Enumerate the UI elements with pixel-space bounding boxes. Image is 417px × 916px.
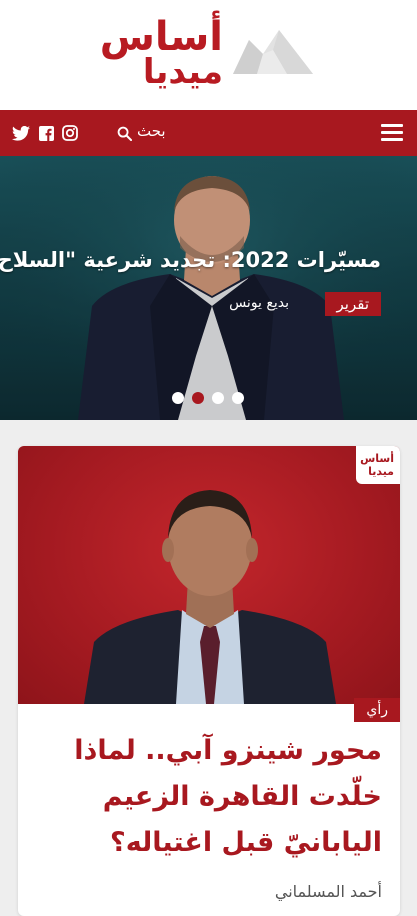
slider-dot-active[interactable] xyxy=(192,392,204,404)
corner-logo: أساس ميديا xyxy=(356,446,400,484)
nav-bar: بحث xyxy=(0,110,417,156)
article-photo xyxy=(84,490,336,704)
search-icon[interactable] xyxy=(113,122,135,144)
search-label[interactable]: بحث xyxy=(137,122,166,140)
slider-dot[interactable] xyxy=(212,392,224,404)
site-logo[interactable]: أساس ميديا xyxy=(100,14,315,92)
slider-dot[interactable] xyxy=(172,392,184,404)
article-author[interactable]: أحمد المسلماني xyxy=(275,882,382,901)
slider-dot[interactable] xyxy=(232,392,244,404)
corner-logo-bottom: ميديا xyxy=(368,465,394,478)
hero-author[interactable]: بديع يونس xyxy=(229,295,289,311)
header-logo-bar: أساس ميديا xyxy=(0,0,417,110)
article-category-tag[interactable]: رأي xyxy=(354,698,400,722)
hero-slider[interactable]: مسيّرات 2022: تجديد شرعية "السلاح"؟ تقري… xyxy=(0,156,417,420)
article-card[interactable]: أساس ميديا رأي محور شينزو آبي.. لماذا خل… xyxy=(18,446,400,916)
hero-title[interactable]: مسيّرات 2022: تجديد شرعية "السلاح"؟ xyxy=(0,248,381,272)
corner-logo-top: أساس xyxy=(360,452,394,465)
hero-category-tag[interactable]: تقرير xyxy=(324,292,381,316)
instagram-icon[interactable] xyxy=(59,122,81,144)
logo-emblem-icon xyxy=(233,30,313,74)
menu-icon[interactable] xyxy=(381,124,403,142)
facebook-icon[interactable] xyxy=(35,122,57,144)
article-title[interactable]: محور شينزو آبي.. لماذا خلّدت القاهرة الز… xyxy=(32,728,382,866)
article-image[interactable]: أساس ميديا xyxy=(18,446,400,704)
twitter-icon[interactable] xyxy=(10,122,32,144)
hero-photo xyxy=(0,156,417,420)
slider-dots xyxy=(172,392,244,404)
logo-text-bottom: ميديا xyxy=(142,52,223,92)
